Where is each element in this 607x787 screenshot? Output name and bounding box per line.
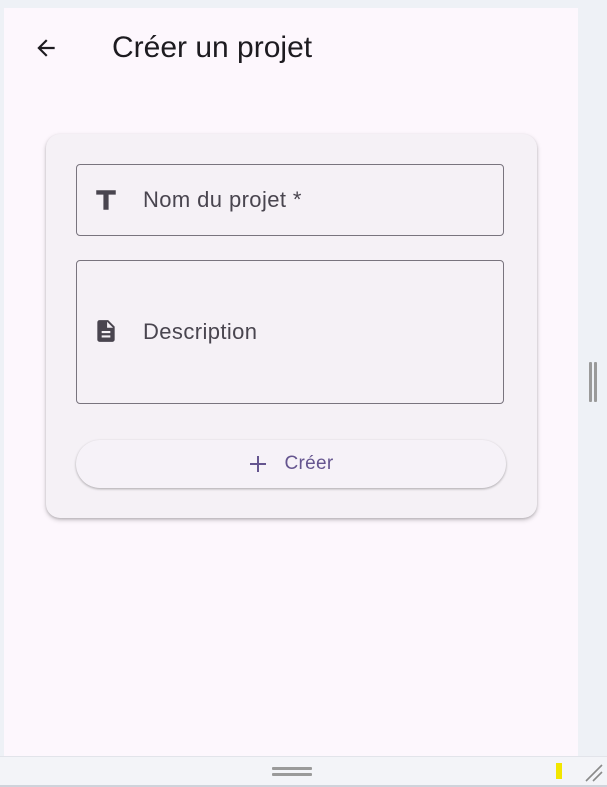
- project-name-placeholder: Nom du projet *: [143, 187, 302, 212]
- app-bar: Créer un projet: [4, 8, 578, 92]
- bottom-bar: [0, 756, 607, 787]
- project-description-placeholder: Description: [143, 319, 258, 344]
- back-button[interactable]: [24, 26, 68, 70]
- app-screen: Créer un projet Nom du projet * Descript…: [4, 8, 578, 756]
- arrow-back-icon: [37, 39, 55, 57]
- page-title: Créer un projet: [112, 31, 313, 64]
- title-text-icon: [93, 186, 119, 214]
- create-button-label: Créer: [284, 453, 334, 474]
- project-description-field[interactable]: Description: [76, 260, 504, 404]
- horizontal-resize-handle[interactable]: [272, 767, 312, 777]
- plus-icon: [248, 454, 268, 474]
- vertical-resize-handle[interactable]: [589, 362, 597, 402]
- document-icon: [93, 317, 119, 345]
- project-form-card: Nom du projet * Description Créer: [46, 134, 537, 518]
- project-name-field[interactable]: Nom du projet *: [76, 164, 504, 236]
- create-button[interactable]: Créer: [76, 440, 506, 488]
- resize-grip-icon[interactable]: [582, 761, 604, 783]
- window-frame: Créer un projet Nom du projet * Descript…: [0, 0, 607, 787]
- status-indicator: [556, 763, 562, 779]
